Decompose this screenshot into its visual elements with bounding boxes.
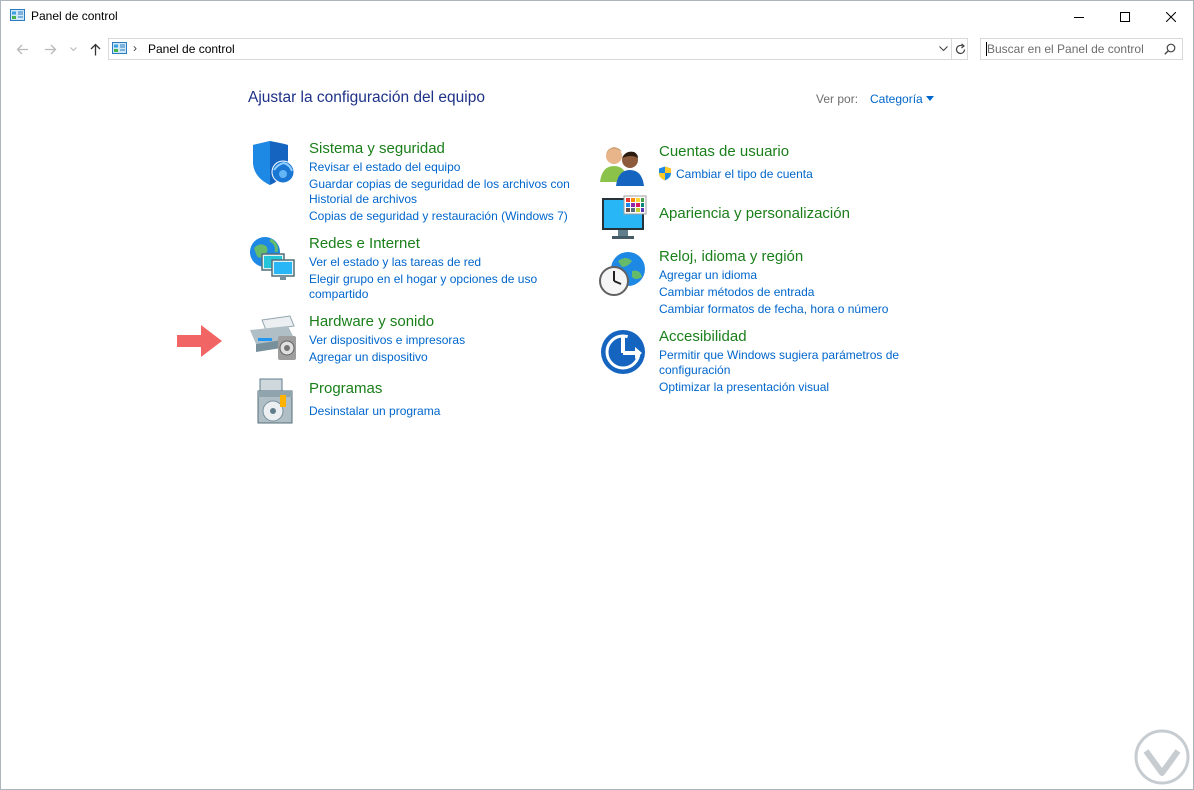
link-review-computer-status[interactable]: Revisar el estado del equipo	[309, 160, 460, 175]
category-title-system-security[interactable]: Sistema y seguridad	[309, 140, 445, 157]
close-button[interactable]	[1148, 1, 1193, 32]
search-button[interactable]	[1159, 39, 1181, 59]
category-title-accessibility[interactable]: Accesibilidad	[659, 328, 747, 345]
minimize-button[interactable]	[1056, 1, 1102, 32]
forward-arrow-icon	[44, 44, 56, 54]
address-dropdown-button[interactable]	[935, 39, 951, 59]
watermark-logo	[1134, 729, 1190, 785]
address-bar[interactable]: › Panel de control	[108, 38, 968, 60]
category-title-user-accounts[interactable]: Cuentas de usuario	[659, 143, 789, 160]
refresh-button[interactable]	[951, 39, 968, 59]
link-change-date-time-formats[interactable]: Cambiar formatos de fecha, hora o número	[659, 302, 888, 317]
category-title-programs[interactable]: Programas	[309, 380, 382, 397]
link-uninstall-program[interactable]: Desinstalar un programa	[309, 404, 440, 419]
link-add-language[interactable]: Agregar un idioma	[659, 268, 757, 283]
category-title-clock-language-region[interactable]: Reloj, idioma y región	[659, 248, 803, 265]
back-arrow-icon	[16, 44, 28, 54]
breadcrumb-item[interactable]: Panel de control	[148, 42, 235, 56]
link-save-backup-copies[interactable]: Guardar copias de seguridad de los archi…	[309, 177, 570, 192]
page-title: Ajustar la configuración del equipo	[248, 89, 485, 106]
category-title-appearance-personalization[interactable]: Apariencia y personalización	[659, 205, 850, 222]
link-optimize-visual-display[interactable]: Optimizar la presentación visual	[659, 380, 829, 395]
search-input[interactable]	[987, 41, 1157, 56]
up-button[interactable]	[85, 38, 105, 60]
link-backup-restore-windows7[interactable]: Copias de seguridad y restauración (Wind…	[309, 209, 568, 224]
link-homegroup-sharing[interactable]: Elegir grupo en el hogar y opciones de u…	[309, 272, 537, 287]
link-change-account-type[interactable]: Cambiar el tipo de cuenta	[676, 167, 813, 182]
printer-speaker-icon[interactable]	[248, 312, 298, 362]
search-icon	[1164, 43, 1176, 55]
link-change-input-methods[interactable]: Cambiar métodos de entrada	[659, 285, 814, 300]
users-icon[interactable]	[598, 142, 648, 192]
view-by-dropdown[interactable]: Categoría	[870, 92, 923, 106]
control-panel-window: Panel de control › Panel de control Busc…	[0, 0, 1194, 790]
network-globe-icon[interactable]	[248, 234, 298, 284]
view-by-label: Ver por:	[816, 92, 859, 106]
breadcrumb-separator[interactable]: ›	[133, 41, 137, 55]
uac-shield-icon	[659, 166, 671, 181]
pointer-arrow-icon	[177, 325, 222, 357]
recent-locations-button[interactable]	[67, 38, 79, 60]
shield-icon[interactable]	[248, 139, 298, 189]
programs-disc-icon[interactable]	[248, 377, 298, 427]
maximize-icon	[1120, 11, 1130, 22]
category-title-network-internet[interactable]: Redes e Internet	[309, 235, 420, 252]
navigation-bar: › Panel de control	[1, 36, 1193, 62]
link-windows-suggest-settings[interactable]: Permitir que Windows sugiera parámetros …	[659, 348, 899, 363]
control-panel-icon	[10, 9, 25, 21]
chevron-down-icon	[69, 46, 77, 51]
link-homegroup-sharing-cont[interactable]: compartido	[309, 287, 368, 302]
link-add-device[interactable]: Agregar un dispositivo	[309, 350, 428, 365]
maximize-button[interactable]	[1102, 1, 1148, 32]
title-bar[interactable]: Panel de control	[1, 1, 1193, 32]
back-button[interactable]	[12, 38, 32, 60]
view-by-caret-icon[interactable]	[926, 96, 934, 101]
control-panel-icon	[112, 42, 127, 54]
minimize-icon	[1074, 16, 1084, 18]
clock-globe-icon[interactable]	[598, 249, 648, 299]
category-title-hardware-sound[interactable]: Hardware y sonido	[309, 313, 434, 330]
link-windows-suggest-settings-cont[interactable]: configuración	[659, 363, 730, 378]
link-view-devices-printers[interactable]: Ver dispositivos e impresoras	[309, 333, 465, 348]
link-file-history[interactable]: Historial de archivos	[309, 192, 417, 207]
monitor-palette-icon[interactable]	[598, 194, 648, 244]
refresh-icon	[955, 43, 965, 55]
window-title: Panel de control	[31, 9, 118, 23]
forward-button[interactable]	[40, 38, 60, 60]
up-arrow-icon	[90, 43, 100, 55]
chevron-down-icon	[938, 46, 948, 52]
close-icon	[1166, 11, 1176, 22]
link-network-status-tasks[interactable]: Ver el estado y las tareas de red	[309, 255, 481, 270]
search-box[interactable]	[980, 38, 1183, 60]
accessibility-icon[interactable]	[598, 327, 648, 377]
